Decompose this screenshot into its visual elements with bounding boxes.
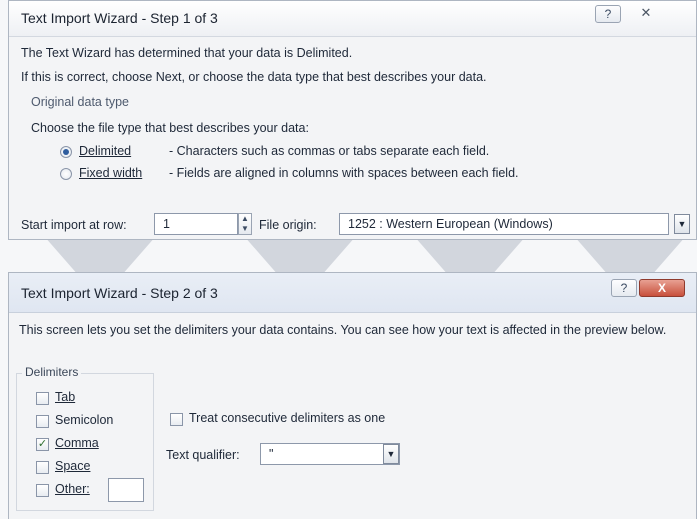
window-title: Text Import Wizard - Step 1 of 3: [21, 10, 218, 26]
text-qualifier-label: Text qualifier:: [166, 448, 240, 462]
comma-checkbox[interactable]: ✓: [36, 438, 49, 451]
text-import-wizard-step1-dialog: Text Import Wizard - Step 1 of 3 ? ✕ The…: [8, 0, 697, 240]
step2-description: This screen lets you set the delimiters …: [19, 323, 667, 337]
text-qualifier-select[interactable]: ": [260, 443, 400, 465]
chevron-down-icon[interactable]: ▼: [674, 214, 690, 234]
window-title: Text Import Wizard - Step 2 of 3: [21, 285, 218, 301]
tab-checkbox[interactable]: [36, 392, 49, 405]
other-label[interactable]: Other:: [55, 482, 90, 496]
tab-label[interactable]: Tab: [55, 390, 75, 404]
help-button[interactable]: ?: [595, 5, 621, 23]
close-button[interactable]: ✕: [629, 5, 663, 23]
fixed-width-label[interactable]: Fixed width: [79, 166, 142, 180]
wizard-instruction: If this is correct, choose Next, or choo…: [21, 70, 487, 84]
space-checkbox[interactable]: [36, 461, 49, 474]
start-import-row-input[interactable]: 1: [154, 213, 238, 235]
file-origin-select[interactable]: 1252 : Western European (Windows): [339, 213, 669, 235]
space-label[interactable]: Space: [55, 459, 90, 473]
delimited-radio[interactable]: [60, 146, 72, 158]
titlebar-step2: Text Import Wizard - Step 2 of 3 ? X: [9, 273, 696, 313]
delimited-label[interactable]: Delimited: [79, 144, 131, 158]
semicolon-checkbox[interactable]: [36, 415, 49, 428]
fixed-width-description: - Fields are aligned in columns with spa…: [169, 166, 519, 180]
file-type-prompt: Choose the file type that best describes…: [31, 121, 309, 135]
treat-consecutive-label[interactable]: Treat consecutive delimiters as one: [189, 411, 385, 425]
titlebar-step1: Text Import Wizard - Step 1 of 3 ? ✕: [9, 1, 696, 37]
help-button[interactable]: ?: [611, 279, 637, 297]
screenshot-stage: Text Import Wizard - Step 1 of 3 ? ✕ The…: [0, 0, 697, 519]
treat-consecutive-checkbox[interactable]: [170, 413, 183, 426]
row-spinner[interactable]: ▲ ▼: [238, 213, 252, 235]
comma-label[interactable]: Comma: [55, 436, 99, 450]
other-checkbox[interactable]: [36, 484, 49, 497]
delimiters-label: Delimiters: [22, 365, 82, 379]
chevron-down-icon[interactable]: ▼: [383, 444, 399, 464]
wizard-heading: The Text Wizard has determined that your…: [21, 46, 353, 60]
delimited-description: - Characters such as commas or tabs sepa…: [169, 144, 490, 158]
other-delimiter-input[interactable]: [108, 478, 144, 502]
semicolon-label[interactable]: Semicolon: [55, 413, 113, 427]
file-origin-label: File origin:: [259, 218, 317, 232]
start-import-label: Start import at row:: [21, 218, 127, 232]
fixed-width-radio[interactable]: [60, 168, 72, 180]
section-title: Original data type: [31, 95, 129, 109]
close-button[interactable]: X: [639, 279, 685, 297]
